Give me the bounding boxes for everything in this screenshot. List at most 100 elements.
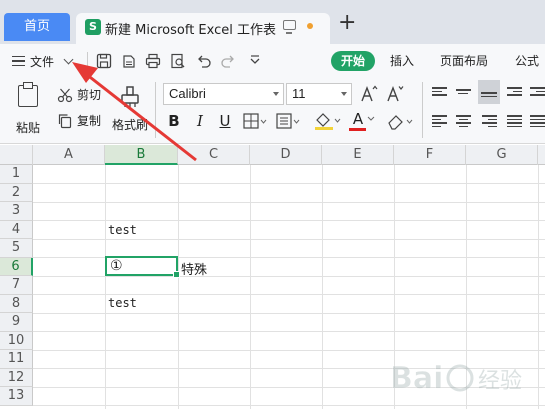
active-cell-cursor[interactable] — [105, 256, 180, 278]
row-header-selected[interactable]: 6 — [0, 257, 33, 276]
column-header[interactable]: A — [33, 145, 105, 165]
quick-access-toolbar: 文件 开始 插入 页面布局 公式 — [0, 44, 545, 76]
row-header[interactable]: 11 — [0, 350, 33, 369]
italic-button[interactable]: I — [192, 113, 208, 129]
file-menu-button[interactable]: 文件 — [12, 52, 74, 70]
gridline — [33, 220, 545, 221]
font-name-value: Calibri — [169, 86, 206, 101]
column-header[interactable]: F — [394, 145, 466, 165]
format-painter-label: 格式刷 — [111, 118, 148, 132]
redo-icon[interactable] — [220, 53, 236, 69]
copy-icon — [58, 113, 72, 128]
cell-c6[interactable]: 特殊 — [181, 259, 207, 278]
row-header[interactable]: 3 — [0, 202, 33, 221]
justify-icon[interactable] — [507, 115, 522, 127]
eraser-icon[interactable] — [386, 112, 414, 130]
dropdown-arrow-icon — [341, 92, 347, 96]
gridline — [33, 238, 545, 240]
column-header[interactable]: C — [178, 145, 250, 165]
file-menu-label: 文件 — [30, 54, 55, 69]
chevron-down-icon — [63, 54, 74, 64]
dropdown-arrow-icon — [273, 92, 279, 96]
distributed-align-icon[interactable] — [530, 115, 545, 127]
tab-document[interactable]: S 新建 Microsoft Excel 工作表 — [76, 13, 330, 44]
document-title: 新建 Microsoft Excel 工作表 — [105, 23, 276, 38]
row-header[interactable]: 9 — [0, 313, 33, 332]
row-header[interactable]: 12 — [0, 368, 33, 387]
ribbon-tab-start[interactable]: 开始 — [331, 51, 376, 71]
copy-label: 复制 — [77, 114, 102, 128]
cut-button[interactable]: 剪切 — [57, 86, 101, 103]
ribbon-home: 粘贴 剪切 复制 格式刷 Calibri 11 B I U A — [0, 76, 545, 144]
row-header[interactable]: 4 — [0, 220, 33, 239]
underline-button[interactable]: U — [217, 113, 233, 129]
align-middle-icon[interactable] — [456, 87, 471, 99]
indent-increase-icon[interactable] — [530, 87, 545, 99]
svg-text:Bai: Bai — [390, 361, 443, 396]
export-icon[interactable] — [121, 53, 137, 69]
increase-font-size-icon[interactable] — [360, 85, 378, 103]
align-bottom-icon[interactable] — [478, 80, 500, 104]
hamburger-icon — [12, 56, 25, 66]
column-header[interactable]: E — [322, 145, 394, 165]
row-header[interactable]: 5 — [0, 239, 33, 258]
cut-label: 剪切 — [77, 88, 102, 102]
tab-home[interactable]: 首页 — [4, 13, 70, 41]
undo-icon[interactable] — [196, 53, 212, 69]
save-icon[interactable] — [96, 53, 112, 69]
cell-b8[interactable]: test — [108, 296, 137, 310]
monitor-icon[interactable] — [283, 20, 296, 34]
align-right-icon[interactable] — [482, 115, 497, 127]
borders-icon[interactable] — [243, 113, 267, 129]
title-tab-bar: 首页 S 新建 Microsoft Excel 工作表 + — [0, 0, 545, 44]
font-color-button[interactable]: A — [350, 111, 366, 127]
row-header[interactable]: 8 — [0, 294, 33, 313]
ribbon-tab-formulas[interactable]: 公式 — [515, 51, 539, 71]
chevron-down-icon[interactable] — [367, 116, 375, 122]
gridline — [33, 331, 545, 332]
align-left-icon[interactable] — [432, 115, 447, 127]
divider — [155, 82, 156, 138]
align-top-icon[interactable] — [432, 87, 447, 99]
row-header[interactable]: 1 — [0, 165, 33, 184]
print-icon[interactable] — [145, 53, 161, 69]
print-preview-icon[interactable] — [170, 53, 186, 69]
copy-button[interactable]: 复制 — [57, 112, 101, 129]
column-headers: A B C D E F G — [0, 145, 545, 165]
decrease-font-size-icon[interactable] — [386, 85, 404, 103]
ribbon-tab-insert[interactable]: 插入 — [390, 51, 414, 71]
column-header[interactable]: G — [466, 145, 538, 165]
row-header[interactable]: 10 — [0, 331, 33, 350]
cell-b4[interactable]: test — [108, 223, 137, 237]
gridline — [33, 312, 545, 314]
font-name-select[interactable]: Calibri — [163, 83, 284, 105]
scissors-icon — [57, 88, 73, 102]
column-header[interactable]: D — [250, 145, 322, 165]
select-all-corner[interactable] — [0, 145, 33, 165]
font-size-value: 11 — [292, 86, 306, 101]
row-header[interactable]: 13 — [0, 387, 33, 406]
cell-style-icon[interactable] — [276, 113, 300, 129]
ribbon-tab-page-layout[interactable]: 页面布局 — [440, 51, 488, 71]
font-color-swatch — [349, 128, 366, 131]
indent-decrease-icon[interactable] — [507, 87, 522, 99]
gridline — [33, 183, 545, 184]
format-painter-button[interactable]: 格式刷 — [110, 85, 150, 133]
clipboard-icon — [18, 82, 38, 107]
new-tab-button[interactable]: + — [338, 12, 356, 34]
svg-text:经验: 经验 — [478, 369, 522, 394]
gridline — [33, 294, 545, 295]
spreadsheet-icon: S — [85, 19, 101, 35]
gridline — [33, 405, 545, 406]
row-header[interactable]: 2 — [0, 183, 33, 202]
font-color-glyph: A — [352, 110, 364, 128]
font-size-select[interactable]: 11 — [286, 83, 352, 105]
fill-color-icon[interactable] — [313, 111, 341, 131]
align-center-icon[interactable] — [456, 115, 471, 127]
customize-toolbar-icon[interactable] — [247, 53, 263, 69]
column-header-selected[interactable]: B — [105, 145, 178, 165]
divider — [87, 52, 88, 70]
row-header[interactable]: 7 — [0, 276, 33, 295]
bold-button[interactable]: B — [166, 113, 182, 129]
paste-button[interactable]: 粘贴 — [10, 82, 46, 136]
